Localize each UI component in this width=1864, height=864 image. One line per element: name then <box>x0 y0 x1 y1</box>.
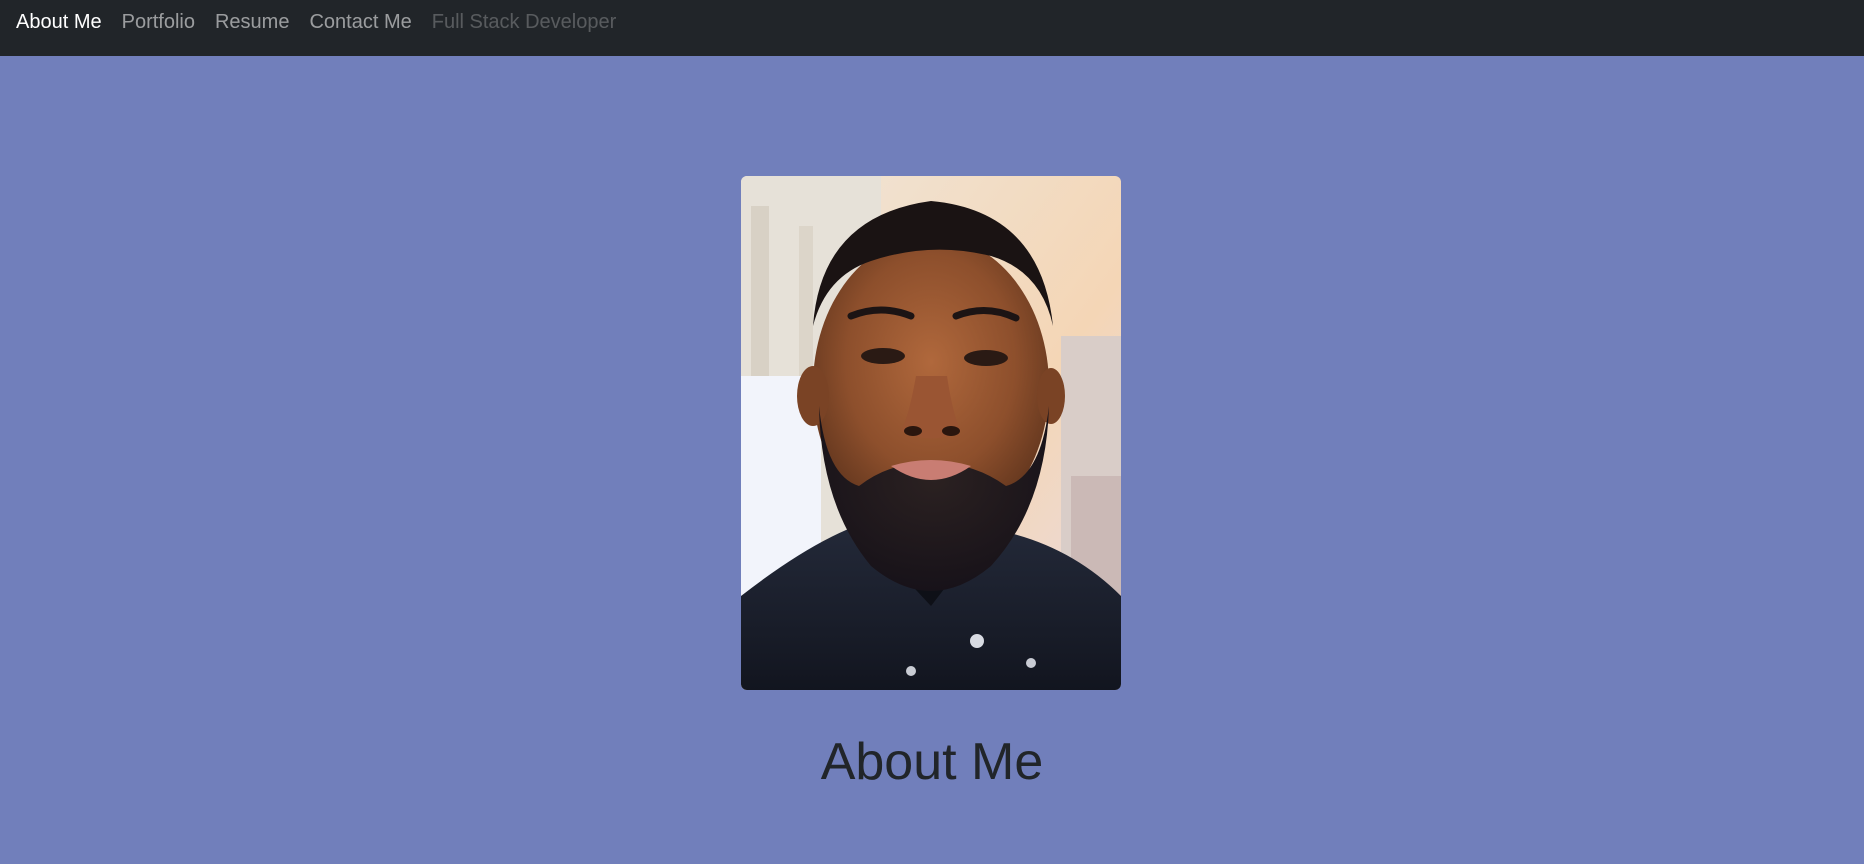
profile-photo <box>741 176 1121 690</box>
nav-link-portfolio[interactable]: Portfolio <box>122 10 195 34</box>
navbar: About Me Portfolio Resume Contact Me Ful… <box>0 0 1864 56</box>
nav-link-about-me[interactable]: About Me <box>16 10 102 34</box>
nav-link-contact-me[interactable]: Contact Me <box>309 10 411 34</box>
page-heading: About Me <box>820 733 1044 791</box>
nav-tagline: Full Stack Developer <box>431 11 617 33</box>
nav-link-resume[interactable]: Resume <box>215 10 289 34</box>
